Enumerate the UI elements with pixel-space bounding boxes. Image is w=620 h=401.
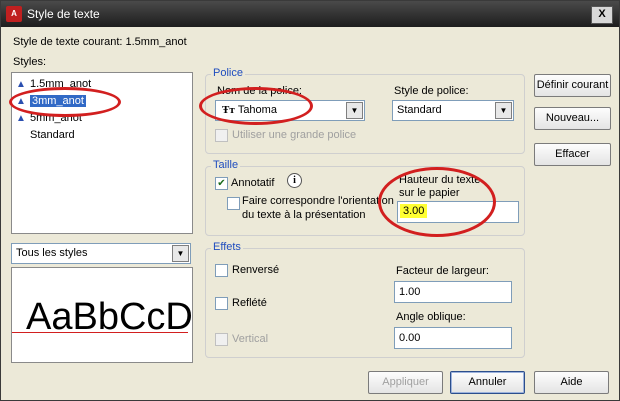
font-style-dropdown[interactable]: Standard ▼ (392, 100, 514, 121)
backwards-label: Reflété (232, 297, 267, 309)
paper-height-label-line1: Hauteur du texte (399, 174, 481, 186)
font-style-label: Style de police: (394, 85, 469, 97)
autocad-app-icon: A (6, 6, 22, 22)
style-item-standard[interactable]: Standard (16, 128, 75, 142)
chevron-down-icon[interactable]: ▼ (495, 102, 512, 119)
oblique-angle-input[interactable]: 0.00 (394, 327, 512, 349)
preview-baseline (12, 332, 188, 333)
help-button[interactable]: Aide (534, 371, 609, 394)
font-name-label: Nom de la police: (217, 85, 302, 97)
upside-down-label: Renversé (232, 264, 280, 276)
style-filter-dropdown[interactable]: Tous les styles ▼ (11, 243, 191, 264)
oblique-angle-label: Angle oblique: (396, 311, 466, 323)
font-name-dropdown[interactable]: Ŧт Tahoma ▼ (215, 100, 365, 121)
paper-height-label-line2: sur le papier (399, 187, 460, 199)
big-font-checkbox[interactable] (215, 129, 228, 142)
width-factor-input[interactable]: 1.00 (394, 281, 512, 303)
annotative-icon: ▲ (16, 79, 26, 90)
info-icon[interactable]: i (287, 173, 302, 188)
delete-style-button[interactable]: Effacer (534, 143, 611, 166)
vertical-label: Vertical (232, 333, 269, 345)
match-orientation-label-line1: Faire correspondre l'orientation (242, 195, 394, 207)
set-current-button[interactable]: Définir courant (534, 74, 611, 97)
match-orientation-checkbox[interactable] (227, 197, 240, 210)
text-preview: AaBbCcD (11, 267, 193, 363)
close-button[interactable]: X (591, 6, 613, 24)
annotative-checkbox[interactable]: ✔ (215, 177, 228, 190)
upside-down-checkbox[interactable] (215, 264, 228, 277)
styles-listbox[interactable]: ▲ 1.5mm_anot ▲ 3mm_anot ▲ 5mm_anot Standard (11, 72, 193, 234)
annotative-icon: ▲ (16, 96, 26, 107)
annotative-icon: ▲ (16, 113, 26, 124)
window-title: Style de texte (27, 7, 100, 21)
styles-label: Styles: (13, 56, 47, 68)
truetype-font-icon: Ŧт (222, 104, 235, 116)
taille-group-title: Taille (211, 159, 241, 171)
chevron-down-icon[interactable]: ▼ (172, 245, 189, 262)
backwards-checkbox[interactable] (215, 297, 228, 310)
paper-height-input[interactable]: 3.00 (397, 201, 519, 223)
annotative-label: Annotatif (231, 177, 275, 189)
current-style-label: Style de texte courant: 1.5mm_anot (13, 36, 187, 48)
title-bar: A Style de texte X (1, 1, 619, 27)
chevron-down-icon[interactable]: ▼ (346, 102, 363, 119)
new-style-button[interactable]: Nouveau... (534, 107, 611, 130)
vertical-checkbox[interactable] (215, 333, 228, 346)
apply-button[interactable]: Appliquer (368, 371, 443, 394)
style-item-1-5mm-anot[interactable]: ▲ 1.5mm_anot (16, 77, 91, 91)
police-group-title: Police (211, 67, 245, 79)
text-style-dialog: A Style de texte X Style de texte couran… (0, 0, 620, 401)
style-item-5mm-anot[interactable]: ▲ 5mm_anot (16, 111, 82, 125)
width-factor-label: Facteur de largeur: (396, 265, 489, 277)
effets-group-title: Effets (211, 241, 243, 253)
cancel-button[interactable]: Annuler (450, 371, 525, 394)
big-font-label: Utiliser une grande police (232, 129, 357, 141)
style-item-3mm-anot[interactable]: ▲ 3mm_anot (16, 94, 86, 108)
match-orientation-label-line2: du texte à la présentation (242, 209, 366, 221)
